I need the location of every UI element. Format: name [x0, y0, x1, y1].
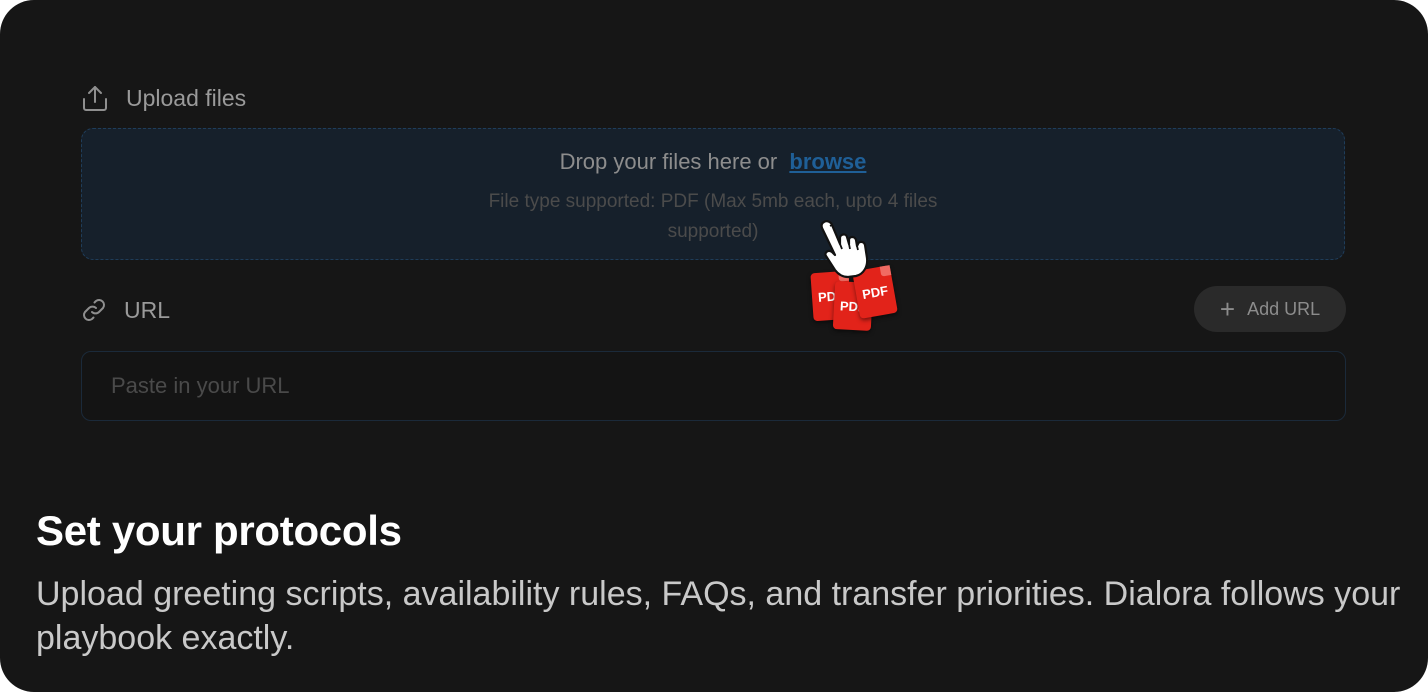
upload-icon	[80, 83, 110, 113]
add-url-button[interactable]: + Add URL	[1194, 286, 1346, 332]
url-input[interactable]	[81, 351, 1346, 421]
url-header: URL	[80, 292, 170, 328]
file-dropzone[interactable]: Drop your files here or browse File type…	[81, 128, 1345, 260]
hand-pointer-icon	[820, 220, 869, 279]
feature-title: Set your protocols	[36, 507, 402, 554]
pdf-drag-illustration: PDF PDF PDF	[808, 218, 900, 331]
drop-text: Drop your files here or	[559, 149, 778, 174]
add-url-label: Add URL	[1247, 298, 1321, 319]
upload-files-header: Upload files	[80, 80, 246, 116]
plus-icon: +	[1219, 294, 1236, 324]
link-icon	[80, 296, 108, 324]
url-label: URL	[124, 296, 171, 323]
feature-description: Upload greeting scripts, availability ru…	[36, 575, 1401, 657]
browse-link[interactable]: browse	[789, 149, 866, 174]
upload-files-label: Upload files	[126, 84, 247, 111]
drop-instructions: Drop your files here or browse	[82, 149, 1344, 175]
feature-card: Upload files Drop your files here or bro…	[0, 0, 1428, 692]
